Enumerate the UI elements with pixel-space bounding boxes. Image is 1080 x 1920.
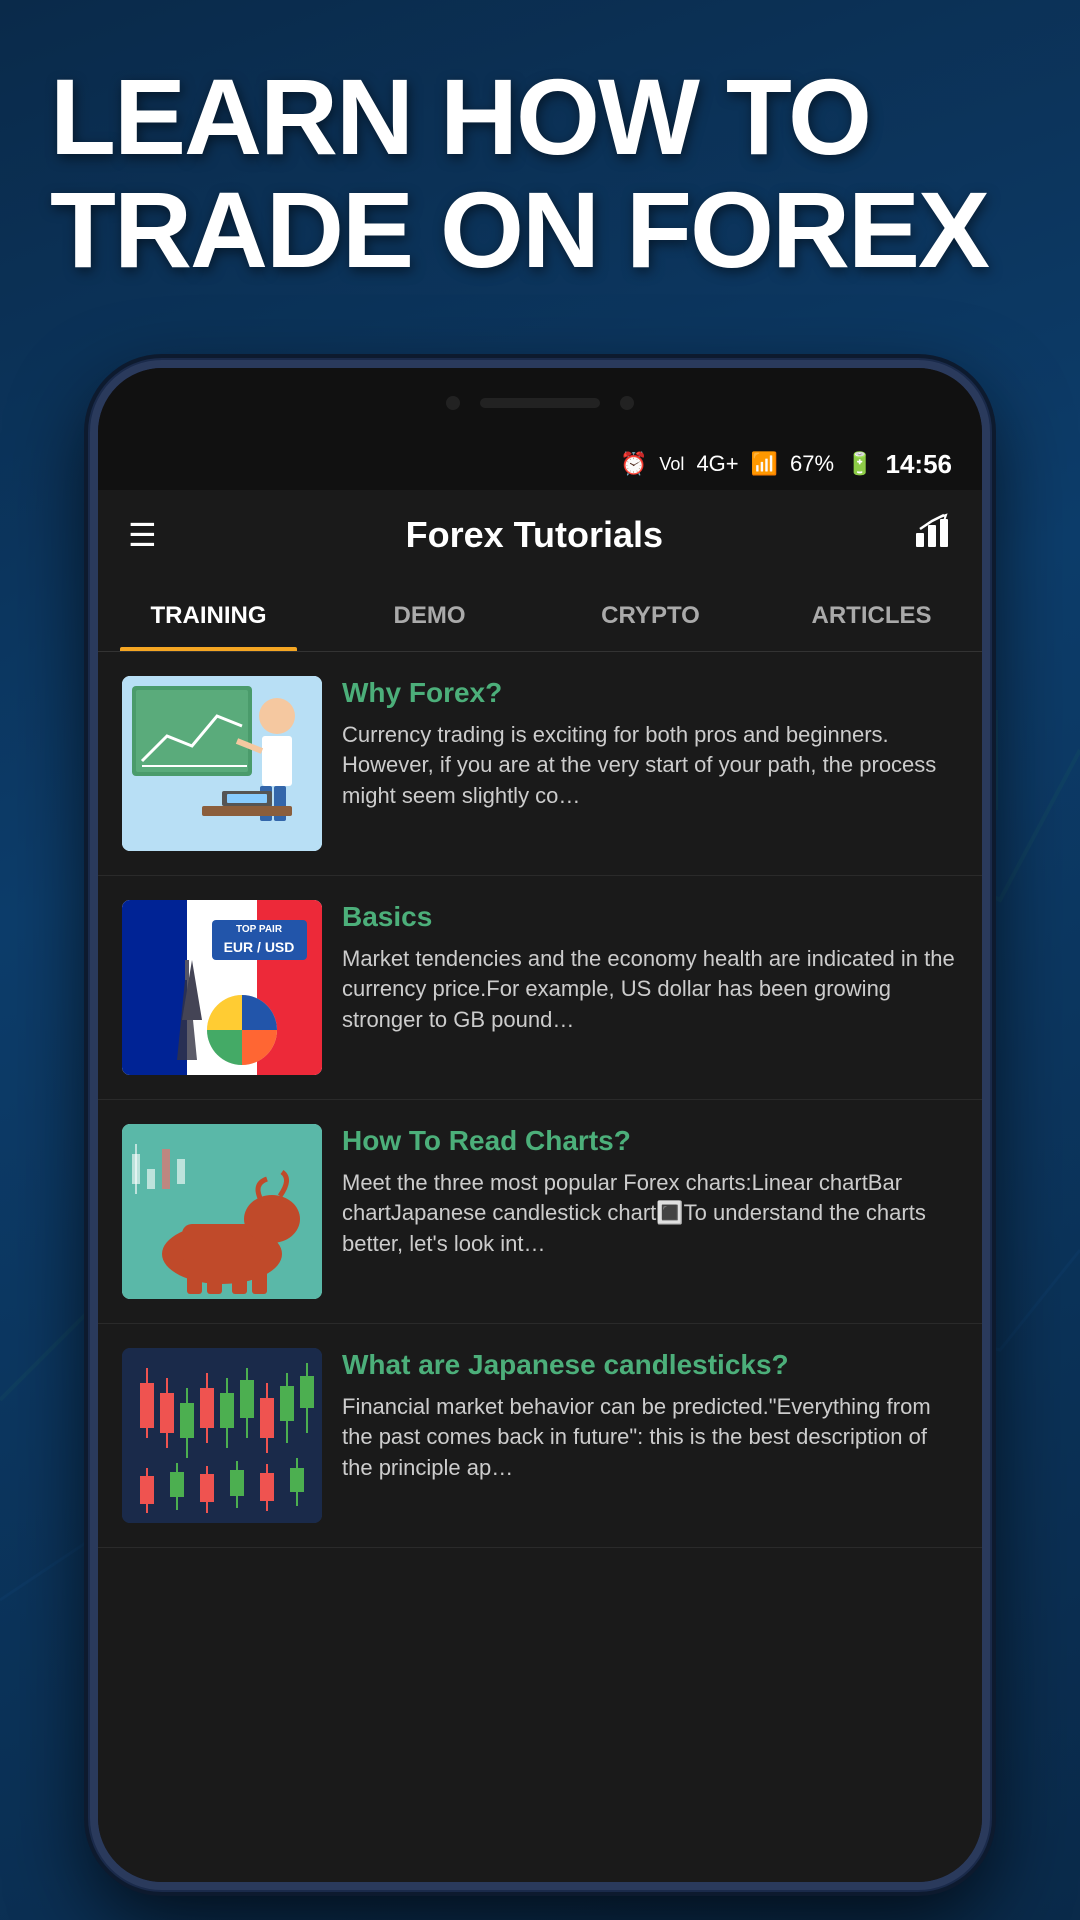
article-desc-japanese: Financial market behavior can be predict… — [342, 1392, 958, 1484]
camera-dot-left — [446, 396, 460, 410]
article-thumb-charts — [122, 1124, 322, 1299]
phone-frame-wrapper: ⏰ Vol 4G+ 📶 67% 🔋 14:56 ☰ Forex Tutorial… — [90, 360, 990, 1890]
content-area: Why Forex? Currency trading is exciting … — [98, 652, 982, 1882]
article-desc-why-forex: Currency trading is exciting for both pr… — [342, 720, 958, 812]
app-bar: ☰ Forex Tutorials — [98, 490, 982, 580]
article-thumb-why-forex — [122, 676, 322, 851]
article-text-why-forex: Why Forex? Currency trading is exciting … — [342, 676, 958, 812]
article-text-basics: Basics Market tendencies and the economy… — [342, 900, 958, 1036]
article-thumb-japanese — [122, 1348, 322, 1523]
article-title-charts: How To Read Charts? — [342, 1124, 958, 1158]
article-card-charts[interactable]: How To Read Charts? Meet the three most … — [98, 1100, 982, 1324]
camera-area — [98, 368, 982, 438]
tab-articles[interactable]: ARTICLES — [761, 580, 982, 651]
article-card-why-forex[interactable]: Why Forex? Currency trading is exciting … — [98, 652, 982, 876]
article-card-japanese[interactable]: What are Japanese candlesticks? Financia… — [98, 1324, 982, 1548]
app-title: Forex Tutorials — [406, 514, 663, 556]
article-title-basics: Basics — [342, 900, 958, 934]
hero-section: LEARN HOW TO TRADE ON FOREX — [50, 60, 1030, 287]
svg-text:EUR / USD: EUR / USD — [224, 939, 295, 955]
tab-demo[interactable]: DEMO — [319, 580, 540, 651]
article-thumb-basics: TOP PAIR EUR / USD — [122, 900, 322, 1075]
article-desc-charts: Meet the three most popular Forex charts… — [342, 1168, 958, 1260]
svg-text:TOP PAIR: TOP PAIR — [236, 924, 283, 935]
tab-crypto[interactable]: CRYPTO — [540, 580, 761, 651]
status-battery-icon: 🔋 — [846, 451, 873, 477]
status-signal: 📶 — [751, 451, 778, 477]
hero-title: LEARN HOW TO TRADE ON FOREX — [50, 60, 1030, 287]
menu-icon[interactable]: ☰ — [128, 516, 157, 554]
status-bar: ⏰ Vol 4G+ 📶 67% 🔋 14:56 — [98, 438, 982, 490]
speaker-grill — [480, 398, 600, 408]
status-battery: 67% — [790, 451, 834, 477]
tab-bar: TRAINING DEMO CRYPTO ARTICLES — [98, 580, 982, 652]
article-desc-basics: Market tendencies and the economy health… — [342, 944, 958, 1036]
tab-training[interactable]: TRAINING — [98, 580, 319, 651]
camera-dot-right — [620, 396, 634, 410]
status-time: 14:56 — [886, 449, 953, 480]
chart-icon[interactable] — [912, 511, 952, 559]
article-title-why-forex: Why Forex? — [342, 676, 958, 710]
article-card-basics[interactable]: TOP PAIR EUR / USD Basics Market tendenc… — [98, 876, 982, 1100]
phone-frame: ⏰ Vol 4G+ 📶 67% 🔋 14:56 ☰ Forex Tutorial… — [90, 360, 990, 1890]
article-text-charts: How To Read Charts? Meet the three most … — [342, 1124, 958, 1260]
phone-camera-bar — [98, 368, 982, 438]
article-text-japanese: What are Japanese candlesticks? Financia… — [342, 1348, 958, 1484]
status-vol: Vol — [659, 454, 684, 475]
status-alarm: ⏰ — [620, 451, 647, 477]
article-title-japanese: What are Japanese candlesticks? — [342, 1348, 958, 1382]
status-network: 4G+ — [696, 451, 738, 477]
